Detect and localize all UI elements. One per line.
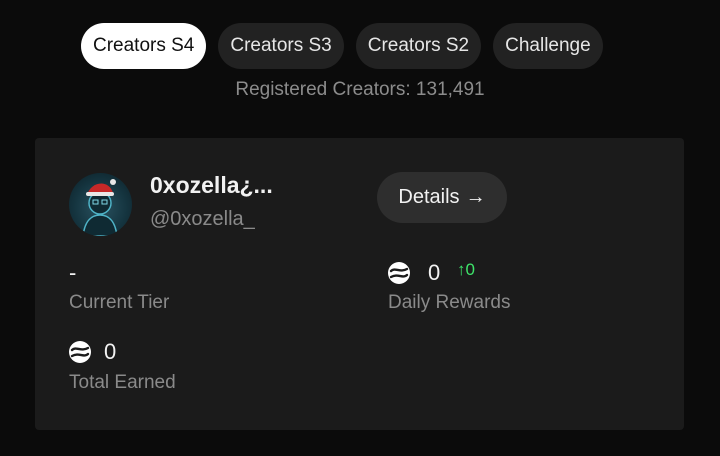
total-earned-value: 0 xyxy=(104,339,117,364)
tab-creators-s4[interactable]: Creators S4 xyxy=(81,23,207,69)
details-button[interactable]: Details → xyxy=(377,172,507,223)
arrow-right-icon: → xyxy=(465,186,486,208)
tab-creators-s2[interactable]: Creators S2 xyxy=(355,23,482,69)
token-coin-icon xyxy=(69,341,91,363)
season-tabs: Creators S4 Creators S3 Creators S2 Chal… xyxy=(81,23,603,69)
details-label: Details xyxy=(398,186,460,208)
daily-rewards-value: 0 xyxy=(428,260,441,285)
tab-challenge[interactable]: Challenge xyxy=(493,23,603,69)
daily-rewards-change: ↑0 xyxy=(457,260,475,279)
avatar xyxy=(69,173,132,236)
token-coin-icon xyxy=(388,262,410,284)
tab-creators-s3[interactable]: Creators S3 xyxy=(218,23,344,69)
daily-rewards-label: Daily Rewards xyxy=(388,292,511,313)
profile-handle: @0xozella_ xyxy=(150,208,255,230)
current-tier-value: - xyxy=(69,260,77,285)
creator-card: 0xozella¿... @0xozella_ Details → - Curre… xyxy=(35,138,684,430)
profile-name: 0xozella¿... xyxy=(150,172,273,198)
total-earned-label: Total Earned xyxy=(69,372,176,393)
current-tier-label: Current Tier xyxy=(69,292,170,313)
registered-creators-count: Registered Creators: 131,491 xyxy=(235,79,485,100)
